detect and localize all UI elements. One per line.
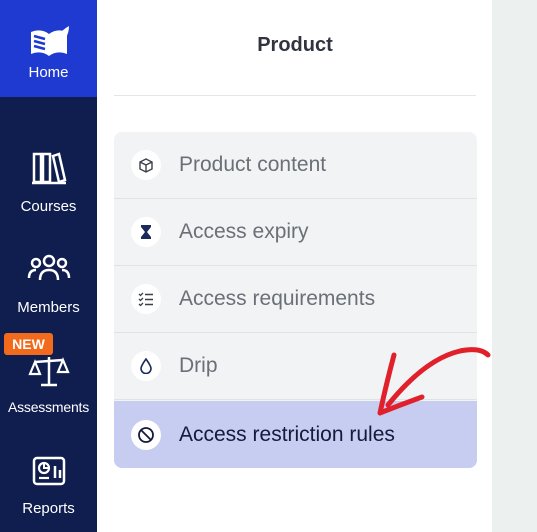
prohibited-icon	[131, 419, 161, 450]
sidebar-item-assessments-label: Assessments	[7, 399, 90, 415]
sidebar-item-courses-label: Courses	[20, 198, 77, 215]
menu-item-product-content[interactable]: Product content	[114, 132, 477, 199]
book-leaf-icon	[30, 26, 69, 56]
droplet-icon	[131, 351, 161, 381]
report-chart-icon	[32, 456, 65, 486]
menu-item-label: Access expiry	[179, 220, 309, 243]
annotation-arrow	[377, 347, 491, 416]
sidebar: Home Courses Members Assessments NEW Rep…	[0, 0, 97, 532]
page-title: Product	[257, 34, 333, 56]
people-icon	[27, 254, 70, 281]
box-icon	[131, 150, 161, 180]
divider	[114, 95, 476, 96]
menu-item-label: Access restriction rules	[179, 422, 395, 446]
menu-item-access-requirements[interactable]: Access requirements	[114, 266, 477, 333]
sidebar-item-members[interactable]: Members	[0, 252, 97, 316]
sidebar-item-home-label: Home	[28, 64, 69, 81]
sidebar-item-members-label: Members	[17, 299, 80, 316]
menu-item-access-expiry[interactable]: Access expiry	[114, 199, 477, 266]
new-badge: NEW	[4, 333, 53, 355]
menu-item-label: Access requirements	[179, 287, 376, 310]
sidebar-item-reports-label: Reports	[22, 500, 75, 517]
sidebar-item-assessments[interactable]: Assessments	[0, 354, 97, 415]
right-panel-edge	[492, 0, 537, 532]
sidebar-item-reports[interactable]: Reports	[0, 454, 97, 517]
sidebar-item-courses[interactable]: Courses	[0, 150, 97, 215]
books-icon	[31, 152, 66, 185]
sidebar-item-home[interactable]: Home	[0, 0, 97, 97]
checklist-icon	[131, 284, 161, 314]
scales-icon	[27, 357, 70, 387]
hourglass-icon	[131, 217, 161, 247]
menu-item-label: Product content	[179, 153, 327, 176]
menu-item-label: Drip	[179, 354, 218, 377]
